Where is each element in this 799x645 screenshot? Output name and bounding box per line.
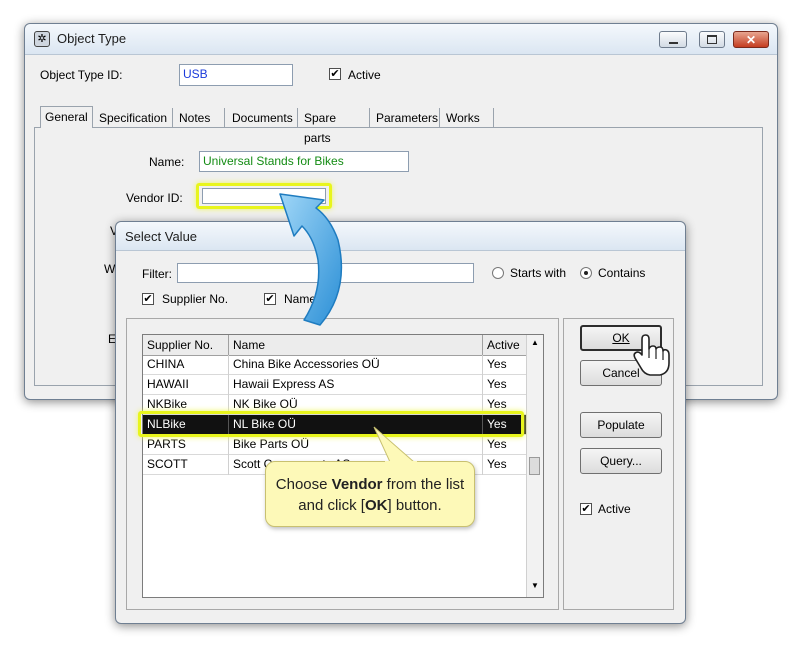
starts-with-label: Starts with <box>510 266 567 280</box>
check-icon: ✔ <box>330 68 340 80</box>
dialog-title: Select Value <box>125 229 198 244</box>
object-type-id-label: Object Type ID: <box>40 68 123 82</box>
cell-name: China Bike Accessories OÜ <box>229 355 483 375</box>
app-icon: ✲ <box>34 31 50 47</box>
tab-documents[interactable]: Documents <box>228 108 298 128</box>
cell-supplier-no: CHINA <box>143 355 229 375</box>
callout-pointer <box>373 426 417 465</box>
guide-arrow-icon <box>279 193 343 326</box>
dialog-active-label: Active <box>598 502 631 516</box>
cell-supplier-no: HAWAII <box>143 375 229 395</box>
title-bar[interactable]: ✲ Object Type ✕ <box>25 24 777 55</box>
column-header-supplier-no[interactable]: Supplier No. <box>143 335 229 355</box>
tab-documents-label: Documents <box>232 111 293 125</box>
populate-button[interactable]: Populate <box>580 412 662 438</box>
selected-row-highlight <box>138 411 524 437</box>
scroll-thumb[interactable] <box>529 457 540 475</box>
tab-general[interactable]: General <box>40 106 93 128</box>
starts-with-radio[interactable] <box>492 267 504 279</box>
grid-vertical-scrollbar[interactable]: ▲ ▼ <box>526 335 543 597</box>
close-icon: ✕ <box>745 32 757 47</box>
cell-active: Yes <box>483 375 527 395</box>
instruction-callout: Choose Vendor from the list and click [O… <box>265 461 475 527</box>
vendor-id-label: Vendor ID: <box>126 191 183 205</box>
supplier-no-checkbox[interactable]: ✔ <box>142 293 154 305</box>
tab-notes[interactable]: Notes <box>175 108 225 128</box>
partial-label-w: W <box>104 262 116 276</box>
hand-cursor-icon <box>633 334 670 376</box>
name-value: Universal Stands for Bikes <box>203 154 344 168</box>
populate-button-label: Populate <box>597 418 645 432</box>
contains-radio[interactable] <box>580 267 592 279</box>
tab-spare-parts[interactable]: Spare parts <box>300 108 370 145</box>
object-type-id-input[interactable]: USB <box>179 64 293 86</box>
maximize-icon <box>707 35 717 44</box>
cell-supplier-no: SCOTT <box>143 455 229 475</box>
table-row[interactable]: CHINA China Bike Accessories OÜ Yes <box>143 355 527 375</box>
callout-bold-ok: OK <box>364 497 388 514</box>
tab-specification[interactable]: Specification <box>95 108 173 128</box>
contains-label: Contains <box>598 266 646 280</box>
active-label: Active <box>348 68 381 82</box>
tab-works[interactable]: Works <box>442 108 494 128</box>
tab-parameters[interactable]: Parameters <box>372 108 440 128</box>
cell-active: Yes <box>483 455 527 475</box>
tab-specification-label: Specification <box>99 111 168 125</box>
query-button[interactable]: Query... <box>580 448 662 474</box>
callout-bold-vendor: Vendor <box>331 476 383 493</box>
object-type-id-value: USB <box>183 67 208 81</box>
window-title: Object Type <box>57 31 127 46</box>
tab-general-label: General <box>45 110 88 124</box>
scroll-up-icon[interactable]: ▲ <box>531 338 539 347</box>
check-icon: ✔ <box>143 293 153 305</box>
tab-notes-label: Notes <box>179 111 211 125</box>
tab-parameters-label: Parameters <box>376 111 439 125</box>
maximize-button[interactable] <box>699 31 725 48</box>
cell-supplier-no: PARTS <box>143 435 229 455</box>
ok-button-label: OK <box>612 331 630 345</box>
dialog-active-checkbox[interactable]: ✔ <box>580 503 592 515</box>
callout-text-1: Choose <box>275 476 332 493</box>
filter-label: Filter: <box>142 267 172 281</box>
query-button-label: Query... <box>600 454 642 468</box>
cell-active: Yes <box>483 355 527 375</box>
minimize-button[interactable] <box>659 31 687 48</box>
scroll-down-icon[interactable]: ▼ <box>531 581 539 590</box>
cell-name: Hawaii Express AS <box>229 375 483 395</box>
supplier-no-checkbox-label: Supplier No. <box>162 292 229 306</box>
close-button[interactable]: ✕ <box>733 31 769 48</box>
column-header-active[interactable]: Active <box>483 335 527 355</box>
cell-name: Bike Parts OÜ <box>229 435 483 455</box>
tab-works-label: Works <box>446 111 480 125</box>
name-input[interactable]: Universal Stands for Bikes <box>199 151 409 172</box>
callout-text-3: ] button. <box>387 497 442 514</box>
name-label: Name: <box>149 155 185 169</box>
cell-active: Yes <box>483 435 527 455</box>
active-checkbox[interactable]: ✔ <box>329 68 341 80</box>
dialog-title-bar[interactable]: Select Value <box>116 222 685 251</box>
table-row[interactable]: PARTS Bike Parts OÜ Yes <box>143 435 527 455</box>
check-icon: ✔ <box>581 503 591 515</box>
table-row[interactable]: HAWAII Hawaii Express AS Yes <box>143 375 527 395</box>
minimize-icon <box>668 41 678 44</box>
